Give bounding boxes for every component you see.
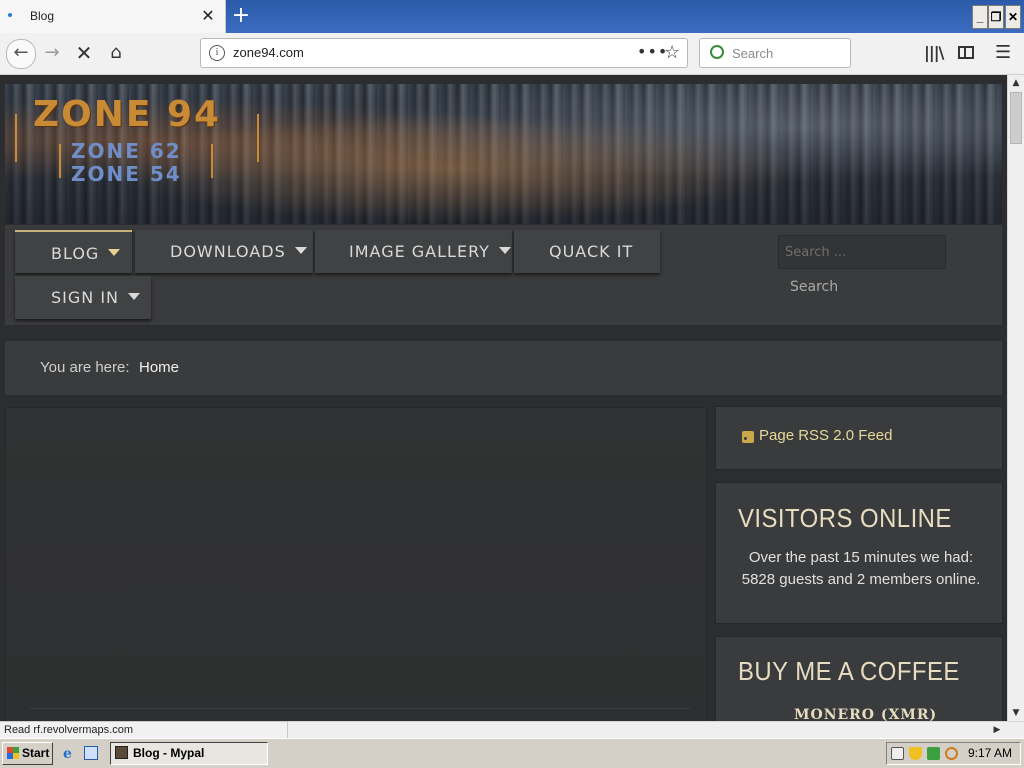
visitors-online-text: Over the past 15 minutes we had: 5828 gu… (741, 549, 981, 588)
back-button[interactable]: ← (6, 39, 36, 69)
breadcrumb: You are here: Home (5, 341, 1002, 395)
logo-subtitle-1: ZONE 62 (71, 139, 182, 163)
taskbar-item-label: Blog - Mypal (133, 746, 205, 760)
site-logo[interactable]: ZONE 94 (33, 94, 221, 135)
buy-me-a-coffee-panel: BUY ME A COFFEE MONERO (XMR) (716, 637, 1002, 721)
menu-item-downloads[interactable]: DOWNLOADS (135, 230, 313, 273)
breadcrumb-label: You are here: (40, 359, 130, 376)
buy-me-a-coffee-title: BUY ME A COFFEE (738, 656, 960, 686)
navigation-toolbar: ← → ✕ ⌂ i zone94.com ••• ☆ Search |||\ ☰ (0, 33, 1024, 75)
browser-search-placeholder[interactable]: Search (732, 46, 773, 61)
site-search-input[interactable]: Search ... (778, 235, 946, 269)
chevron-down-icon (128, 293, 141, 300)
info-icon[interactable]: i (209, 45, 225, 61)
tab-close-icon[interactable]: ✕ (199, 5, 217, 27)
breadcrumb-home-link[interactable]: Home (139, 341, 179, 395)
visitors-online-title: VISITORS ONLINE (738, 503, 952, 533)
tab-bar: Blog ✕ + _ ❐ ✕ (0, 0, 1024, 33)
scroll-down-arrow-icon[interactable]: ▼ (1008, 705, 1024, 721)
status-bar: Read rf.revolvermaps.com (0, 721, 288, 738)
taskbar: Start e Blog - Mypal 9:17 AM (0, 738, 1024, 768)
window-minimize-button[interactable]: _ (972, 5, 988, 29)
rss-feed-link[interactable]: Page RSS 2.0 Feed (759, 427, 892, 444)
sidebar-toggle-icon[interactable] (958, 46, 974, 59)
main-menu: BLOG DOWNLOADS IMAGE GALLERY QUACK IT SI… (5, 225, 1002, 325)
forward-button[interactable]: → (38, 39, 66, 67)
url-text[interactable]: zone94.com (233, 45, 304, 60)
library-icon[interactable]: |||\ (924, 43, 944, 62)
internet-explorer-icon[interactable]: e (63, 746, 79, 762)
start-button[interactable]: Start (2, 742, 53, 765)
site-header-banner[interactable]: ZONE 94 ZONE 62 ZONE 54 (5, 84, 1002, 224)
magnifier-icon[interactable] (945, 747, 958, 760)
chevron-down-icon (108, 249, 121, 256)
show-desktop-icon[interactable] (84, 746, 98, 760)
url-bar[interactable]: i zone94.com ••• ☆ (200, 38, 688, 68)
bookmark-star-icon[interactable]: ☆ (664, 42, 680, 63)
content-divider (30, 708, 690, 709)
monero-heading: MONERO (XMR) (794, 707, 938, 721)
home-icon[interactable]: ⌂ (102, 39, 130, 67)
menu-label-downloads: DOWNLOADS (170, 242, 286, 261)
chevron-down-icon (498, 247, 511, 254)
tab-blog[interactable]: Blog ✕ (0, 0, 226, 33)
menu-label-sign-in: SIGN IN (51, 288, 120, 307)
taskbar-item-blog-mypal[interactable]: Blog - Mypal (110, 742, 268, 765)
visitors-online-panel: VISITORS ONLINE Over the past 15 minutes… (716, 483, 1002, 623)
browser-search-box[interactable]: Search (699, 38, 851, 68)
window-close-button[interactable]: ✕ (1005, 5, 1021, 29)
hamburger-menu-icon[interactable]: ☰ (995, 42, 1011, 63)
menu-label-quack-it: QUACK IT (549, 242, 634, 261)
stop-icon[interactable]: ✕ (70, 39, 98, 67)
chevron-down-icon (294, 247, 307, 254)
logo-subtitle-2: ZONE 54 (71, 162, 182, 186)
menu-item-quack-it[interactable]: QUACK IT (514, 230, 660, 273)
system-tray: 9:17 AM (886, 742, 1021, 765)
scrollbar-thumb[interactable] (1010, 92, 1022, 144)
menu-item-blog[interactable]: BLOG (15, 230, 132, 273)
site-search-button[interactable]: Search (778, 273, 848, 301)
mypal-browser-icon (115, 746, 128, 759)
tab-loading-icon (8, 13, 12, 17)
rss-icon (742, 431, 754, 443)
horizontal-scrollbar[interactable]: ▶ (288, 721, 1024, 738)
scroll-right-arrow-icon[interactable]: ▶ (989, 722, 1005, 738)
new-tab-button[interactable]: + (228, 3, 254, 29)
windows-logo-icon (7, 747, 19, 759)
network-icon[interactable] (927, 747, 940, 760)
page-viewport: ZONE 94 ZONE 62 ZONE 54 BLOG DOWNLOADS I… (0, 75, 1007, 721)
menu-label-blog: BLOG (51, 244, 100, 263)
window-maximize-button[interactable]: ❐ (988, 5, 1004, 29)
tab-title: Blog (30, 9, 55, 23)
clock[interactable]: 9:17 AM (968, 746, 1012, 760)
main-content (5, 407, 707, 721)
start-label: Start (22, 746, 50, 760)
keyboard-icon[interactable] (891, 747, 904, 760)
menu-label-image-gallery: IMAGE GALLERY (349, 242, 490, 261)
vertical-scrollbar[interactable]: ▲ ▼ (1007, 75, 1024, 721)
scroll-up-arrow-icon[interactable]: ▲ (1008, 75, 1024, 91)
rss-panel: Page RSS 2.0 Feed (716, 407, 1002, 469)
menu-item-image-gallery[interactable]: IMAGE GALLERY (315, 230, 512, 273)
menu-item-sign-in[interactable]: SIGN IN (15, 276, 151, 319)
security-shield-icon[interactable] (909, 747, 922, 760)
search-engine-icon[interactable] (710, 45, 724, 59)
